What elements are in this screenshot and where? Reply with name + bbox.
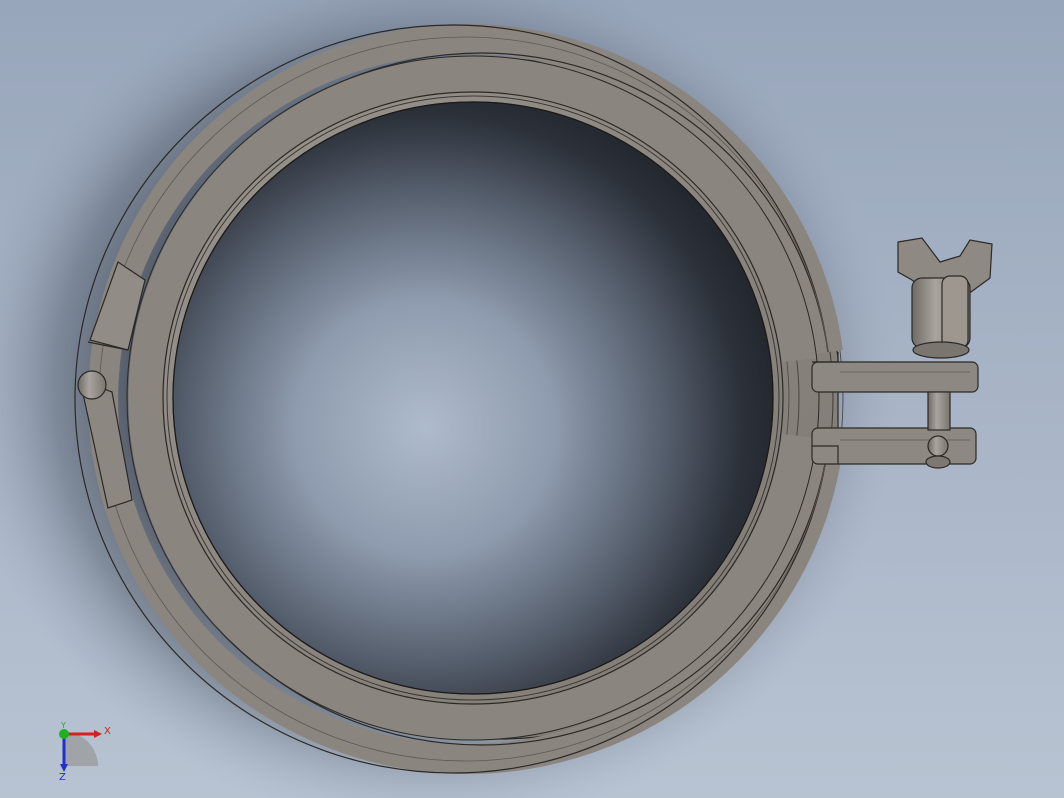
triad-quadrant [64, 732, 98, 766]
hinge-pin [77, 370, 107, 400]
upper-ear [811, 361, 979, 393]
bolt-shank [927, 391, 951, 431]
bolt-pin [927, 435, 949, 457]
clamp-bore [172, 101, 774, 695]
y-axis-point [59, 729, 69, 739]
y-axis-label: Y [60, 721, 66, 730]
model-scene [0, 0, 1064, 798]
x-axis-label: X [104, 726, 111, 737]
graphics-viewport[interactable]: X Y Z [0, 0, 1064, 798]
z-axis-label: Z [59, 772, 66, 783]
coordinate-triad: X Y Z [59, 721, 111, 783]
